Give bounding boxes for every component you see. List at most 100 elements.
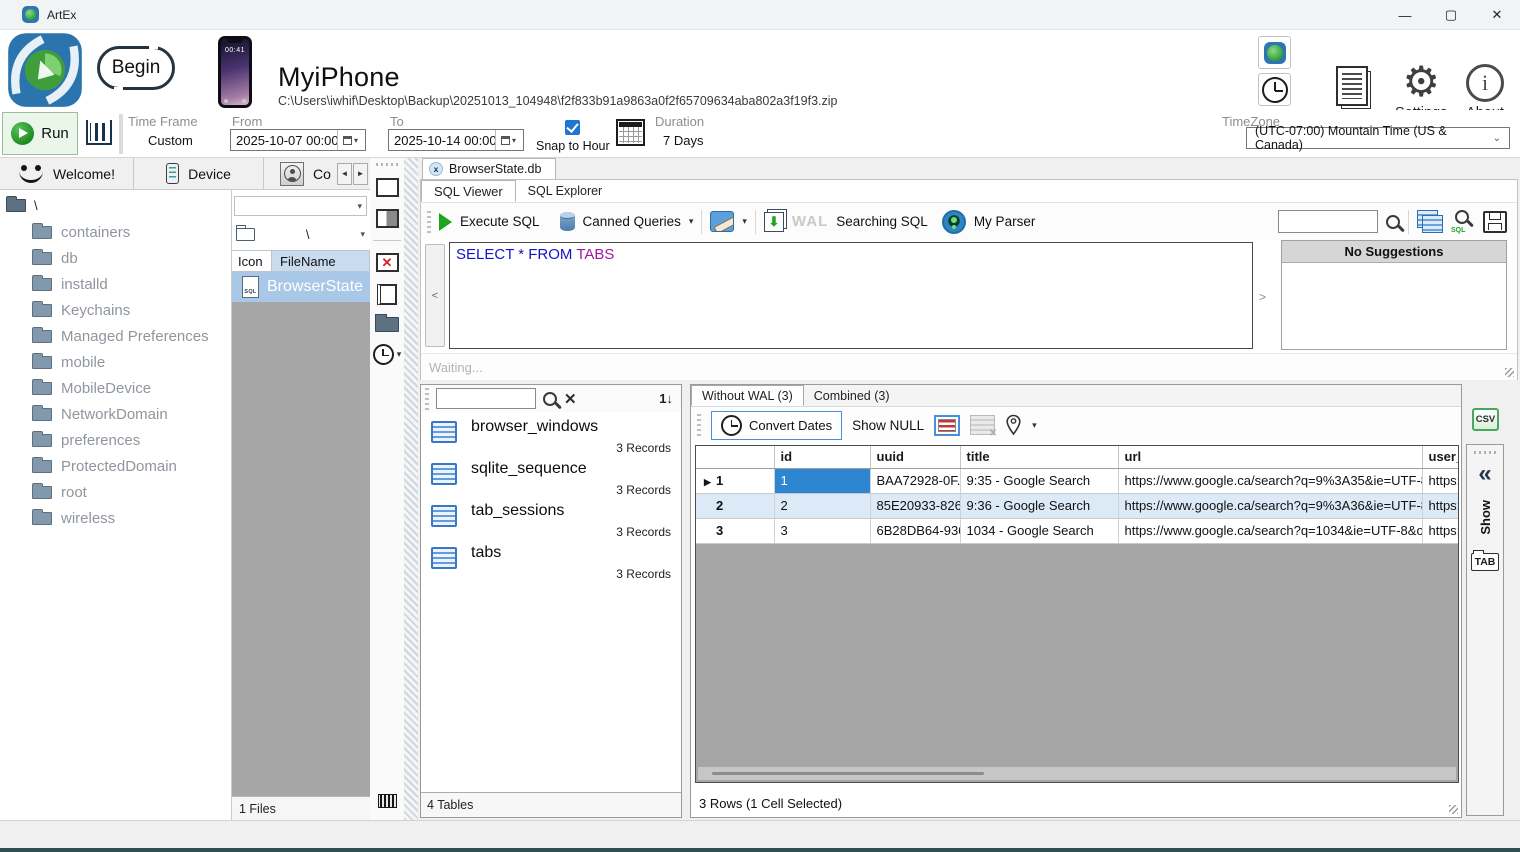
toolbar-grip[interactable] [697,414,701,436]
grid-cell[interactable]: 1 [774,468,870,493]
grid-cell[interactable]: 6B28DB64-936... [870,518,960,543]
wal-import-icon[interactable]: ⬇ [764,212,784,232]
folder-item[interactable]: installd [0,271,231,297]
show-null-button[interactable]: Show NULL [852,418,924,433]
from-calendar-dropdown-icon[interactable]: ▾ [337,130,363,150]
highlight-rows-icon[interactable] [934,415,960,436]
folder-item[interactable]: root [0,479,231,505]
remove-rows-icon[interactable] [970,415,995,435]
table-list-item[interactable]: tab_sessions 3 Records [421,499,681,541]
qr-icon[interactable] [378,794,397,808]
folder-item[interactable]: containers [0,219,231,245]
file-filter-combobox[interactable]: ▾ [234,196,367,216]
grid-cell[interactable]: https://... [1422,493,1458,518]
tab-close-icon[interactable]: x [429,162,443,176]
folder-item[interactable]: mobile [0,349,231,375]
grid-cell[interactable]: 1034 - Google Search [960,518,1118,543]
grid-cell[interactable]: 85E20933-826... [870,493,960,518]
editor-collapse-button[interactable]: < [425,244,445,347]
notebook-icon[interactable] [377,284,397,305]
folder-item[interactable]: Managed Preferences [0,323,231,349]
folder-item[interactable]: NetworkDomain [0,401,231,427]
canned-queries-button[interactable]: Canned Queries [583,214,681,229]
calendar-icon[interactable] [616,119,645,146]
sort-icon[interactable]: 1↓ [659,391,673,406]
grid-cell[interactable]: 3 [774,518,870,543]
tab-sql-explorer[interactable]: SQL Explorer [516,180,615,202]
grid-cell[interactable]: https://www.google.ca/search?q=9%3A36&ie… [1118,493,1422,518]
snap-to-hour-checkbox[interactable] [565,120,580,135]
table-list-item[interactable]: sqlite_sequence 3 Records [421,457,681,499]
folder-dark-icon[interactable] [375,317,399,332]
tab-sql-viewer[interactable]: SQL Viewer [421,180,516,202]
document-tab-browserstate[interactable]: x BrowserState.db [422,158,556,179]
file-row-browserstate[interactable]: SQL BrowserState [232,272,370,302]
clear-search-icon[interactable]: ✕ [564,390,577,408]
canned-caret-icon[interactable]: ▾ [689,216,694,227]
grid-cell[interactable]: https://... [1422,518,1458,543]
export-csv-button[interactable]: CSV [1472,408,1499,431]
convert-dates-button[interactable]: Convert Dates [711,411,842,440]
history-clock-button[interactable]: ▾ [373,344,402,365]
tab-welcome[interactable]: Welcome! [0,158,134,189]
execute-sql-button[interactable]: Execute SQL [460,214,540,229]
grid-col-title[interactable]: title [960,446,1118,468]
folder-item[interactable]: db [0,245,231,271]
tab-without-wal[interactable]: Without WAL (3) [691,385,804,406]
grid-cell[interactable]: https://www.google.ca/search?q=1034&ie=U… [1118,518,1422,543]
scrollbar-thumb[interactable] [712,772,984,775]
grid-cell[interactable]: https://... [1422,468,1458,493]
tabs-scroll-right-button[interactable]: ► [353,163,368,185]
folder-item[interactable]: wireless [0,505,231,531]
grid-col-uuid[interactable]: uuid [870,446,960,468]
tab-device[interactable]: Device [134,158,264,189]
my-parser-button[interactable]: My Parser [974,214,1036,229]
minimize-button[interactable]: — [1382,0,1428,30]
search-icon[interactable] [1386,215,1400,229]
search-icon[interactable] [543,392,557,406]
grid-row-header[interactable]: ▶1 [696,468,774,493]
timezone-select[interactable]: (UTC-07:00) Mountain Time (US & Canada) … [1246,127,1510,149]
to-calendar-dropdown-icon[interactable]: ▾ [495,130,521,150]
begin-button[interactable]: Begin [97,46,175,90]
grid-corner-cell[interactable] [696,446,774,468]
run-button[interactable]: Run [2,112,78,155]
save-sql-icon[interactable] [1483,211,1507,233]
clock-button[interactable] [1258,73,1291,106]
tab-combined[interactable]: Combined (3) [804,385,900,406]
table-list-item[interactable]: browser_windows 3 Records [421,415,681,457]
maximize-button[interactable]: ▢ [1428,0,1474,30]
map-pin-icon[interactable] [1005,414,1022,436]
col-icon[interactable]: Icon [232,250,272,272]
to-date-picker[interactable]: ▾ [388,129,524,151]
folder-item[interactable]: ProtectedDomain [0,453,231,479]
tables-view-icon[interactable] [1417,210,1443,233]
close-window-button[interactable]: ✕ [1474,0,1520,30]
timeline-icon[interactable] [86,120,112,145]
toolbar-grip[interactable] [425,388,429,410]
tree-root-item[interactable]: \ [0,190,231,219]
grid-cell[interactable]: BAA72928-0F... [870,468,960,493]
grid-cell[interactable]: 9:36 - Google Search [960,493,1118,518]
resize-grip-icon[interactable] [1449,805,1458,814]
folder-item[interactable]: preferences [0,427,231,453]
folder-item[interactable]: Keychains [0,297,231,323]
vertical-splitter[interactable] [404,158,418,820]
grid-cell[interactable]: https://www.google.ca/search?q=9%3A35&ie… [1118,468,1422,493]
pin-caret-icon[interactable]: ▾ [1032,420,1037,431]
mini-logo-button[interactable] [1258,36,1291,69]
panel-grip[interactable] [1474,451,1496,454]
grid-cell[interactable]: 9:35 - Google Search [960,468,1118,493]
maximize-panel-icon[interactable] [376,178,399,197]
sql-search-icon[interactable]: SQL [1451,210,1475,234]
sql-editor[interactable]: SELECT * FROM TABS [449,242,1253,349]
to-date-input[interactable] [389,133,495,148]
grid-col-user_[interactable]: user_ [1422,446,1458,468]
tab-folder-icon[interactable]: TAB [1471,553,1500,571]
from-date-input[interactable] [231,133,337,148]
grid-col-id[interactable]: id [774,446,870,468]
format-brush-icon[interactable] [710,211,734,232]
split-panel-icon[interactable] [376,209,399,228]
sql-search-input[interactable] [1278,210,1378,233]
tabs-scroll-left-button[interactable]: ◄ [337,163,352,185]
